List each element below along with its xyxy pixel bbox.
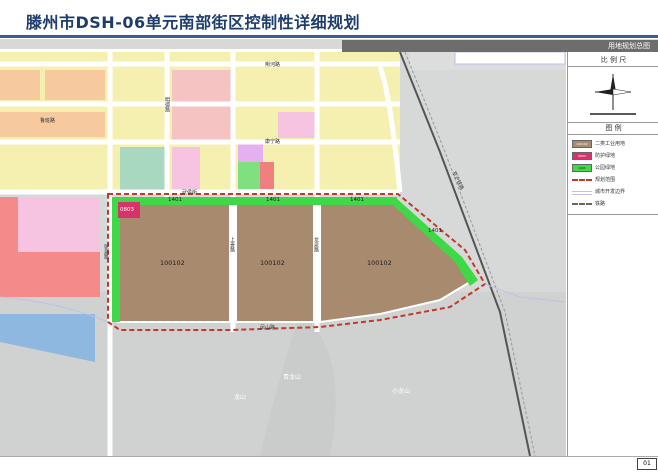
plan-name-bar: 用地规划总图: [342, 40, 658, 52]
legend-swatch-industrial: 100102: [572, 140, 592, 148]
road-mid2: 龙泉路: [313, 237, 319, 252]
legend-swatch-protective: 0803: [572, 152, 592, 160]
scale-title: 比 例 尺: [600, 56, 627, 64]
road-west: 张泉路: [103, 244, 109, 259]
title-divider: [0, 35, 658, 38]
road-mid1: 上善路: [229, 237, 235, 252]
plan-name: 用地规划总图: [608, 42, 650, 50]
legend-swatch-park: 1401: [572, 164, 592, 172]
road-upper-left: 鲁班路: [40, 118, 56, 124]
road-south: 凤山路: [260, 325, 276, 331]
legend-swatch-dev-boundary: [572, 191, 592, 195]
road-upper-center: 明德路: [164, 97, 170, 112]
road-top: 荆河路: [265, 62, 281, 68]
corner-label: 0803: [120, 207, 134, 213]
legend-swatch-boundary: [572, 179, 592, 183]
legend-item-protective: 0803 防护绿地: [572, 152, 658, 161]
legend-item-dev-boundary: 城市开发边界: [572, 188, 658, 197]
legend-item-railway: 铁路: [572, 200, 658, 209]
legend-item-boundary: 规划范围: [572, 176, 658, 185]
parcel-label-middle: 100102: [260, 259, 285, 267]
road-north: 武侯街: [182, 190, 198, 196]
legend-title: 图 例: [605, 124, 622, 132]
green-block: [120, 147, 165, 192]
parcel-label-west: 100102: [160, 259, 185, 267]
north-arrow-icon: [590, 74, 636, 115]
legend-panel: 比 例 尺 图 例 100102 二类工业用地 0803 防护绿地 1401 公…: [567, 52, 658, 456]
green-label-1: 1401: [168, 197, 182, 203]
parcel-label-east: 100102: [367, 259, 392, 267]
legend-divider-bottom: [568, 134, 658, 135]
page-number: 01: [637, 458, 657, 470]
page-title: 滕州市DSH-06单元南部街区控制性详细规划: [26, 13, 361, 32]
legend-divider-end: [568, 214, 658, 215]
scale-divider: [568, 66, 658, 67]
title-bar: 滕州市DSH-06单元南部街区控制性详细规划: [0, 0, 658, 38]
footer-line: [0, 456, 658, 457]
legend-item-park: 1401 公园绿地: [572, 164, 658, 173]
green-label-3: 1401: [350, 197, 364, 203]
green-label-4: 1401: [428, 228, 442, 234]
legend-item-industrial: 100102 二类工业用地: [572, 140, 658, 149]
road-upper-mid: 康宁路: [265, 139, 281, 145]
place-label-1: 青龙山: [283, 374, 302, 381]
place-label-2: 龙山: [234, 394, 247, 401]
land-use-map[interactable]: 100102 100102 100102 1401 1401 1401 1401…: [0, 52, 566, 456]
place-label-3: 小龙山: [392, 388, 411, 395]
legend-swatch-railway: [572, 203, 592, 207]
map-canvas: [0, 52, 566, 456]
green-label-2: 1401: [266, 197, 280, 203]
